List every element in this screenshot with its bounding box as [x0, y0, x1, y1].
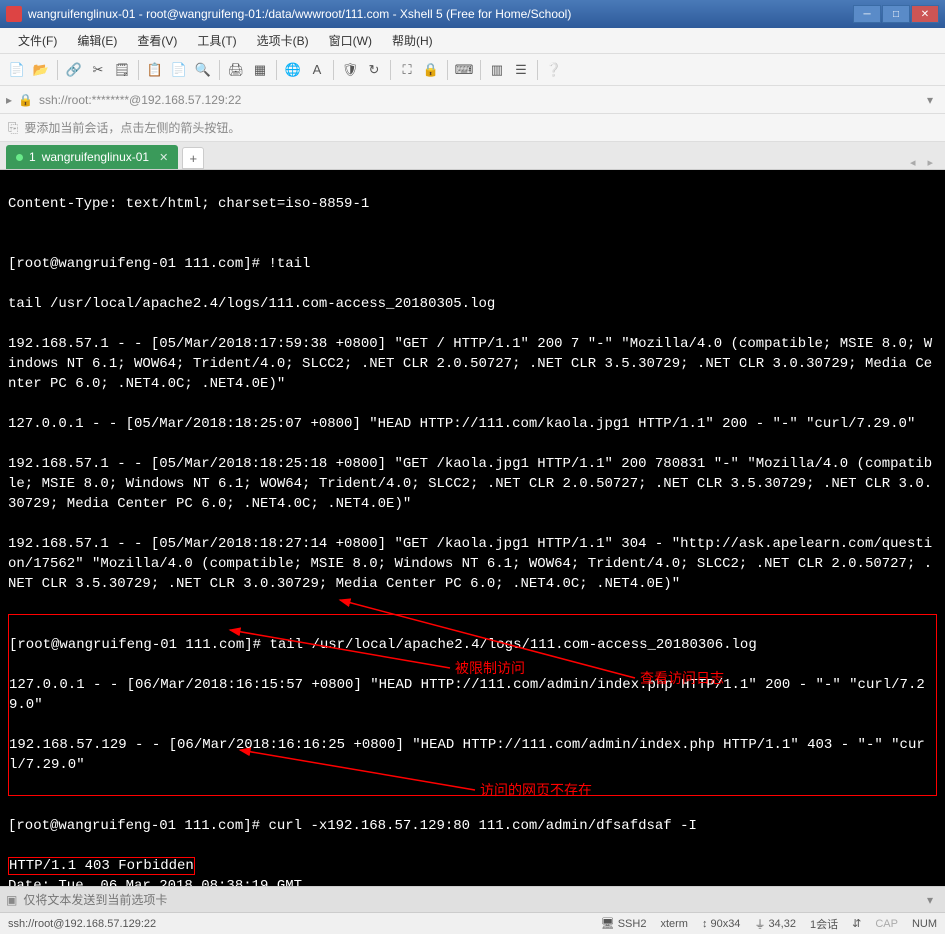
- menu-help[interactable]: 帮助(H): [384, 29, 441, 52]
- addr-dropdown-icon[interactable]: ▾: [921, 93, 939, 107]
- highlight-box-1: [root@wangruifeng-01 111.com]# tail /usr…: [8, 614, 937, 796]
- status-sessions: 1会话: [810, 916, 838, 932]
- hint-icon[interactable]: ⎘: [8, 120, 18, 136]
- menubar: 文件(F) 编辑(E) 查看(V) 工具(T) 选项卡(B) 窗口(W) 帮助(…: [0, 28, 945, 54]
- terminal[interactable]: Content-Type: text/html; charset=iso-885…: [0, 170, 945, 886]
- keyboard-icon[interactable]: ⌨: [453, 59, 475, 81]
- status-updown-icon: ⇵: [852, 917, 861, 930]
- status-num: NUM: [912, 918, 937, 930]
- status-term: xterm: [660, 918, 688, 930]
- annotation-log: 查看访问日志: [640, 670, 724, 690]
- view2-icon[interactable]: ▥: [486, 59, 508, 81]
- term-line: 192.168.57.1 - - [05/Mar/2018:18:27:14 +…: [8, 534, 937, 594]
- command-input[interactable]: [23, 893, 921, 907]
- menu-window[interactable]: 窗口(W): [321, 29, 380, 52]
- term-line: Content-Type: text/html; charset=iso-885…: [8, 194, 937, 214]
- properties-icon[interactable]: 🗒: [111, 59, 133, 81]
- globe-icon[interactable]: 🌐: [282, 59, 304, 81]
- inputbar-dropdown-icon[interactable]: ▾: [921, 893, 939, 907]
- disconnect-icon[interactable]: ✂: [87, 59, 109, 81]
- font-icon[interactable]: A: [306, 59, 328, 81]
- term-line: 127.0.0.1 - - [05/Mar/2018:18:25:07 +080…: [8, 414, 937, 434]
- highlight-box-2: HTTP/1.1 403 Forbidden: [8, 857, 195, 875]
- paste-icon[interactable]: 📄: [168, 59, 190, 81]
- addrbar-icon[interactable]: ▸: [6, 93, 12, 107]
- menu-options[interactable]: 选项卡(B): [249, 29, 317, 52]
- term-line: [root@wangruifeng-01 111.com]# !tail: [8, 254, 937, 274]
- window-title: wangruifenglinux-01 - root@wangruifeng-0…: [28, 7, 853, 21]
- status-ssh: 🖥 SSH2: [601, 917, 647, 930]
- lock-icon-addr: 🔒: [18, 93, 33, 107]
- menu-edit[interactable]: 编辑(E): [69, 29, 125, 52]
- list-icon[interactable]: ☰: [510, 59, 532, 81]
- tab-label: wangruifenglinux-01: [42, 150, 149, 164]
- status-bar: ssh://root@192.168.57.129:22 🖥 SSH2 xter…: [0, 912, 945, 934]
- toolbar: 📄 📂 🔗 ✂ 🗒 📋 📄 🔍 🖨 ▦ 🌐 A 🛡 ↻ ⛶ 🔒 ⌨ ▥ ☰ ❔: [0, 54, 945, 86]
- term-line: [root@wangruifeng-01 111.com]# curl -x19…: [8, 816, 937, 836]
- annotation-notfound: 访问的网页不存在: [480, 782, 592, 802]
- fullscreen-icon[interactable]: ⛶: [396, 59, 418, 81]
- status-connection: ssh://root@192.168.57.129:22: [8, 918, 587, 930]
- address-text[interactable]: ssh://root:********@192.168.57.129:22: [39, 93, 921, 107]
- term-line: 192.168.57.129 - - [06/Mar/2018:16:16:25…: [9, 735, 936, 775]
- new-tab-button[interactable]: +: [182, 147, 204, 169]
- term-line: 192.168.57.1 - - [05/Mar/2018:17:59:38 +…: [8, 334, 937, 394]
- tab-nav-prev[interactable]: ◂: [904, 156, 922, 169]
- term-line: Date: Tue, 06 Mar 2018 08:38:19 GMT: [8, 876, 937, 886]
- maximize-button[interactable]: □: [882, 5, 910, 23]
- print-icon[interactable]: 🖨: [225, 59, 247, 81]
- find-icon[interactable]: 🔍: [192, 59, 214, 81]
- term-line: [root@wangruifeng-01 111.com]# tail /usr…: [9, 635, 936, 655]
- hint-text: 要添加当前会话，点击左侧的箭头按钮。: [24, 119, 240, 136]
- app-window: wangruifenglinux-01 - root@wangruifeng-0…: [0, 0, 945, 934]
- term-line: HTTP/1.1 403 Forbidden: [9, 858, 194, 874]
- script-icon[interactable]: 🛡: [339, 59, 361, 81]
- new-session-icon[interactable]: 📄: [6, 59, 28, 81]
- status-pos: ⏚ 34,32: [754, 916, 796, 932]
- term-line: 192.168.57.1 - - [05/Mar/2018:18:25:18 +…: [8, 454, 937, 514]
- status-size: ↕ 90x34: [702, 918, 740, 930]
- lock-icon[interactable]: 🔒: [420, 59, 442, 81]
- refresh-icon[interactable]: ↻: [363, 59, 385, 81]
- status-cap: CAP: [875, 918, 898, 930]
- menu-file[interactable]: 文件(F): [10, 29, 65, 52]
- copy-icon[interactable]: 📋: [144, 59, 166, 81]
- menu-tools[interactable]: 工具(T): [189, 29, 244, 52]
- reconnect-icon[interactable]: 🔗: [63, 59, 85, 81]
- inputbar-icon: ▣: [6, 893, 17, 907]
- app-icon: [6, 6, 22, 22]
- help-icon[interactable]: ❔: [543, 59, 565, 81]
- tab-close-icon[interactable]: ✕: [159, 151, 168, 164]
- tab-status-dot: [16, 154, 23, 161]
- tab-bar: 1 wangruifenglinux-01 ✕ + ◂ ▸: [0, 142, 945, 170]
- menu-view[interactable]: 查看(V): [129, 29, 185, 52]
- tab-nav-next[interactable]: ▸: [921, 156, 939, 169]
- term-line: tail /usr/local/apache2.4/logs/111.com-a…: [8, 294, 937, 314]
- address-bar: ▸ 🔒 ssh://root:********@192.168.57.129:2…: [0, 86, 945, 114]
- open-icon[interactable]: 📂: [30, 59, 52, 81]
- session-tab[interactable]: 1 wangruifenglinux-01 ✕: [6, 145, 178, 169]
- minimize-button[interactable]: ─: [853, 5, 881, 23]
- window-buttons: ─ □ ✕: [853, 5, 939, 23]
- hint-bar: ⎘ 要添加当前会话，点击左侧的箭头按钮。: [0, 114, 945, 142]
- layout-icon[interactable]: ▦: [249, 59, 271, 81]
- input-bar: ▣ ▾: [0, 886, 945, 912]
- titlebar[interactable]: wangruifenglinux-01 - root@wangruifeng-0…: [0, 0, 945, 28]
- term-line: 127.0.0.1 - - [06/Mar/2018:16:15:57 +080…: [9, 675, 936, 715]
- tab-index: 1: [29, 150, 36, 164]
- annotation-forbidden: 被限制访问: [455, 660, 525, 680]
- close-button[interactable]: ✕: [911, 5, 939, 23]
